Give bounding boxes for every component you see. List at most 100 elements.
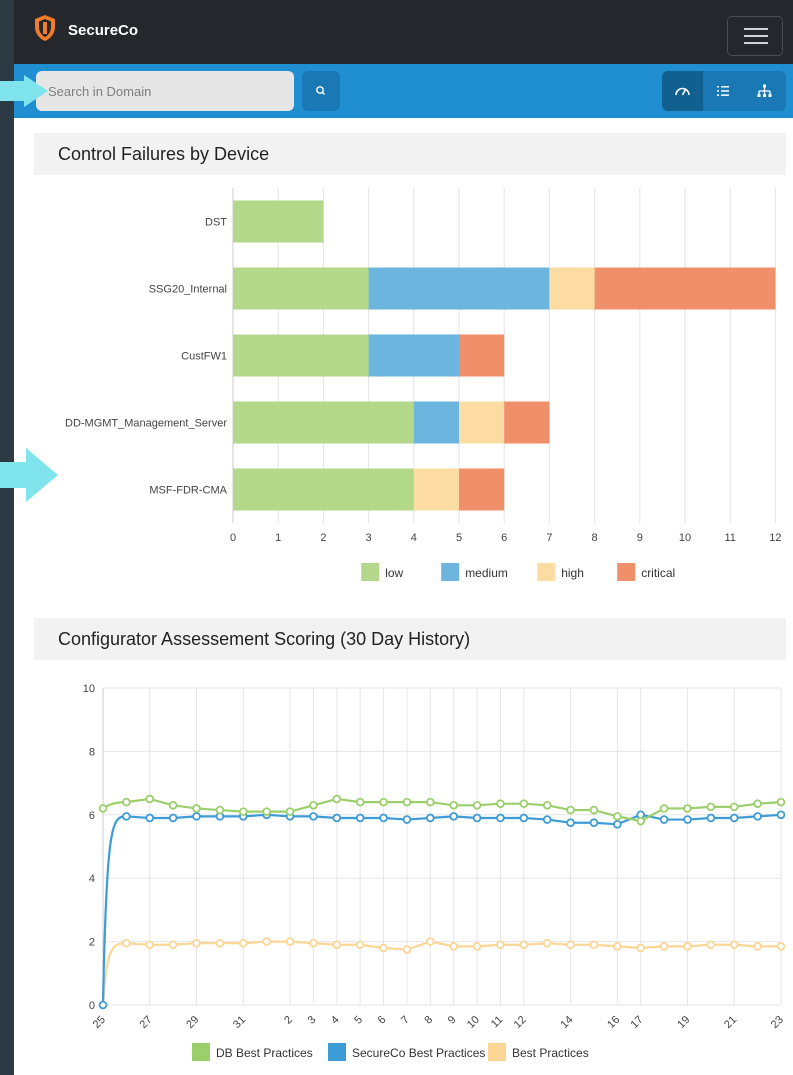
data-point bbox=[98, 804, 108, 813]
data-point bbox=[589, 940, 599, 950]
data-point bbox=[659, 815, 669, 824]
bar-medium bbox=[413, 401, 459, 444]
search-button[interactable] bbox=[302, 71, 340, 111]
data-point bbox=[355, 813, 365, 823]
x-tick-label: 11 bbox=[489, 1014, 506, 1031]
menu-toggle-button[interactable] bbox=[727, 16, 783, 56]
data-point bbox=[309, 812, 318, 821]
y-tick-label: CustFW1 bbox=[181, 351, 227, 363]
hierarchy-icon bbox=[757, 84, 772, 97]
bar-low bbox=[233, 334, 369, 377]
data-point bbox=[192, 812, 201, 821]
x-tick-label: 23 bbox=[769, 1014, 786, 1031]
data-point bbox=[122, 812, 131, 821]
y-tick-label: MSF-FDR-CMA bbox=[149, 485, 227, 497]
data-point bbox=[683, 815, 692, 824]
data-point bbox=[776, 942, 786, 951]
data-point bbox=[332, 813, 342, 823]
data-point bbox=[309, 800, 318, 810]
bar-critical bbox=[504, 401, 550, 444]
data-point bbox=[402, 945, 412, 954]
data-point bbox=[402, 815, 412, 824]
data-point bbox=[168, 813, 178, 823]
x-tick-label: 4 bbox=[411, 532, 417, 544]
y-tick-label: 10 bbox=[83, 683, 95, 695]
legend-swatch bbox=[441, 563, 460, 581]
data-point bbox=[589, 818, 599, 828]
data-point bbox=[192, 938, 201, 948]
data-point bbox=[566, 805, 575, 815]
legend-swatch bbox=[328, 1043, 346, 1061]
data-point bbox=[542, 938, 552, 948]
x-tick-label: 7 bbox=[546, 532, 552, 544]
data-point bbox=[192, 804, 201, 813]
data-point bbox=[613, 812, 622, 821]
y-tick-label: 2 bbox=[89, 937, 95, 949]
scoring-panel-title: Configurator Assessement Scoring (30 Day… bbox=[34, 618, 786, 660]
data-point bbox=[379, 943, 388, 953]
x-tick-label: 9 bbox=[637, 532, 643, 544]
list-view-button[interactable] bbox=[703, 71, 744, 111]
data-point bbox=[706, 940, 716, 950]
bar-critical bbox=[594, 267, 776, 310]
x-tick-label: 12 bbox=[769, 532, 781, 544]
failures-panel-title: Control Failures by Device bbox=[34, 133, 786, 175]
data-point bbox=[542, 800, 552, 810]
data-point bbox=[262, 807, 271, 816]
data-point bbox=[659, 942, 669, 951]
view-toggle-group bbox=[662, 71, 786, 111]
bar-low bbox=[233, 200, 324, 243]
legend-swatch bbox=[617, 563, 636, 581]
x-tick-label: 10 bbox=[465, 1014, 482, 1031]
data-point bbox=[122, 797, 131, 807]
x-tick-label: 21 bbox=[722, 1014, 739, 1031]
legend-swatch bbox=[361, 563, 380, 581]
data-point bbox=[379, 797, 388, 807]
data-point bbox=[449, 942, 458, 951]
data-point bbox=[496, 799, 505, 809]
data-point bbox=[636, 816, 646, 826]
x-tick-label: 25 bbox=[91, 1014, 108, 1031]
x-tick-label: 1 bbox=[275, 532, 281, 544]
legend-label: high bbox=[561, 566, 584, 580]
dashboard-view-button[interactable] bbox=[662, 71, 703, 111]
x-tick-label: 6 bbox=[376, 1014, 389, 1027]
data-point bbox=[355, 797, 365, 807]
data-point bbox=[145, 940, 155, 950]
data-point bbox=[613, 820, 622, 829]
dashboard-gauge-icon bbox=[675, 87, 690, 96]
x-tick-label: 4 bbox=[329, 1014, 342, 1027]
x-tick-label: 8 bbox=[592, 532, 598, 544]
y-tick-label: DST bbox=[205, 217, 227, 229]
search-input[interactable] bbox=[36, 71, 294, 111]
data-point bbox=[753, 812, 762, 821]
top-navbar: SecureCo bbox=[14, 0, 793, 64]
y-tick-label: 4 bbox=[89, 873, 95, 885]
data-point bbox=[706, 813, 716, 823]
y-tick-label: 6 bbox=[89, 810, 95, 822]
y-tick-label: 8 bbox=[89, 746, 95, 758]
legend-label: critical bbox=[641, 566, 675, 580]
bar-low bbox=[233, 267, 369, 310]
x-tick-label: 8 bbox=[422, 1014, 435, 1027]
x-tick-label: 0 bbox=[230, 532, 236, 544]
data-point bbox=[426, 797, 435, 807]
bar-high bbox=[459, 401, 505, 444]
data-point bbox=[215, 805, 225, 815]
x-tick-label: 27 bbox=[138, 1014, 155, 1031]
hierarchy-view-button[interactable] bbox=[744, 71, 785, 111]
x-tick-label: 6 bbox=[501, 532, 507, 544]
data-point bbox=[519, 799, 529, 809]
x-tick-label: 17 bbox=[629, 1014, 646, 1031]
data-point bbox=[168, 800, 178, 810]
x-tick-label: 10 bbox=[679, 532, 691, 544]
data-point bbox=[332, 940, 342, 950]
data-point bbox=[753, 942, 762, 951]
x-tick-label: 2 bbox=[320, 532, 326, 544]
line-secureco-best-practices bbox=[101, 813, 782, 1006]
data-point bbox=[309, 938, 318, 948]
line-best-practices bbox=[101, 940, 781, 1006]
hamburger-icon bbox=[744, 35, 768, 37]
x-tick-label: 19 bbox=[675, 1014, 692, 1031]
data-point bbox=[332, 794, 342, 804]
